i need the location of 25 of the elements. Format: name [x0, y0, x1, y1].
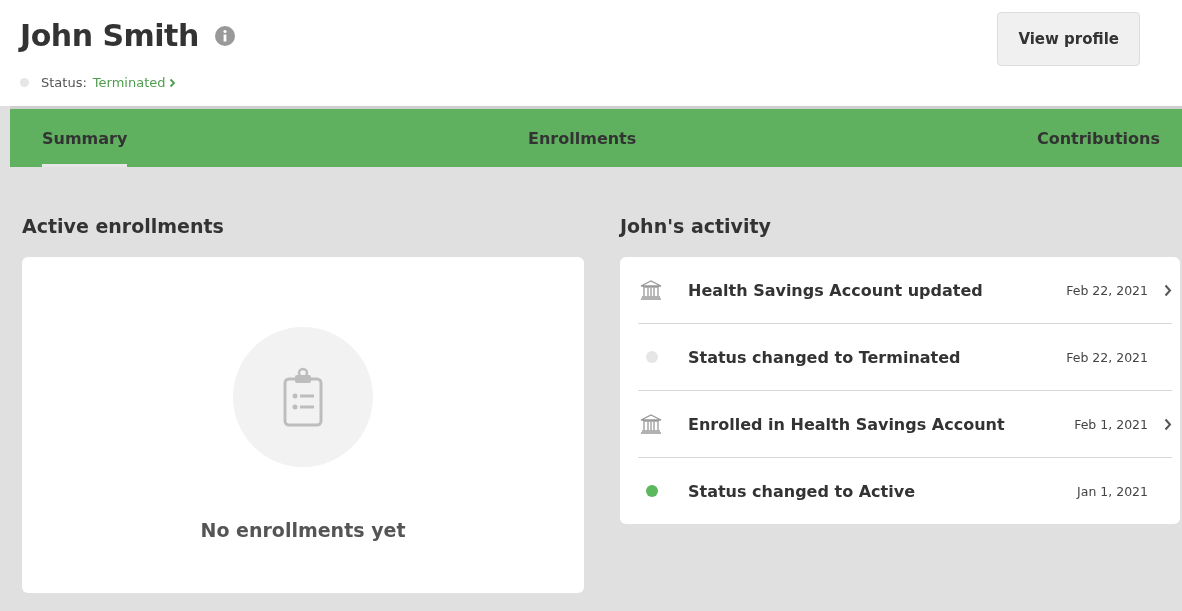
info-icon[interactable] — [214, 25, 235, 46]
chevron-right-icon — [168, 77, 176, 88]
activity-date: Feb 1, 2021 — [1074, 416, 1148, 432]
activity-date: Jan 1, 2021 — [1077, 483, 1148, 499]
status-label: Status: — [41, 75, 87, 90]
empty-state-text: No enrollments yet — [200, 519, 406, 541]
view-profile-button[interactable]: View profile — [997, 12, 1140, 66]
activity-text: Status changed to Active — [688, 481, 916, 501]
section-title: Active enrollments — [22, 214, 225, 239]
activity-date: Feb 22, 2021 — [1066, 282, 1148, 298]
chevron-right-icon[interactable] — [1164, 417, 1172, 431]
chevron-right-icon[interactable] — [1164, 283, 1172, 297]
activity-text: Enrolled in Health Savings Account — [688, 414, 1006, 434]
activity-date: Feb 22, 2021 — [1066, 349, 1148, 365]
tab[interactable]: Summary — [42, 109, 128, 167]
person-name: John Smith — [20, 18, 199, 53]
status-link[interactable]: Terminated — [92, 75, 176, 90]
bank-icon — [640, 280, 662, 300]
section-title: John's activity — [620, 214, 772, 239]
bank-icon — [640, 414, 662, 434]
activity-text: Health Savings Account updated — [688, 280, 984, 300]
tab[interactable]: Contributions — [1036, 109, 1160, 167]
activity-text: Status changed to Terminated — [688, 347, 962, 367]
clipboard-icon — [233, 327, 373, 467]
tab[interactable]: Enrollments — [528, 109, 637, 167]
